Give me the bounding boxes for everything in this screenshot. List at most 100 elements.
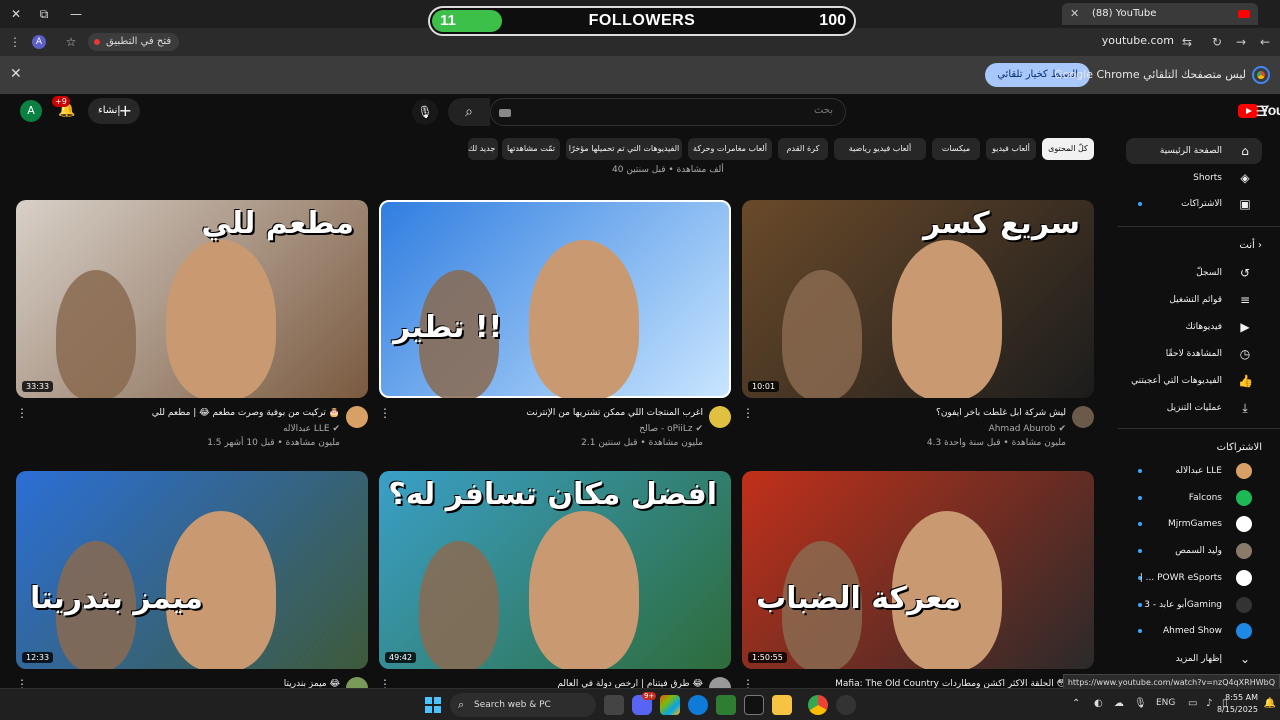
sidebar-item-label: الاشتراكات bbox=[1181, 199, 1222, 209]
forward-icon[interactable]: → bbox=[1232, 33, 1250, 51]
sidebar-item-playlists[interactable]: ≡ قوائم التشغيل bbox=[1126, 287, 1262, 313]
site-settings-icon[interactable]: ⇆ bbox=[1178, 33, 1196, 51]
clock-date: 8/15/2025 bbox=[1216, 705, 1258, 714]
sidebar-item-watch-later[interactable]: ◷ المشاهدة لاحقًا bbox=[1126, 341, 1262, 367]
sidebar-subscription[interactable]: | ... POWR eSports bbox=[1126, 565, 1262, 591]
video-more-icon[interactable]: ⋮ bbox=[16, 406, 28, 420]
video-thumbnail[interactable]: ميمز بندريتا 12:33 bbox=[16, 471, 368, 669]
search-input[interactable]: بحث bbox=[490, 98, 846, 126]
sidebar-item-your-videos[interactable]: ▶ فيديوهاتك bbox=[1126, 314, 1262, 340]
video-thumbnail[interactable]: معركة الضباب 1:50:55 bbox=[742, 471, 1094, 669]
notifications-icon[interactable]: 🔔 bbox=[1264, 698, 1276, 709]
guide-menu-icon[interactable]: ☰ bbox=[1255, 104, 1268, 120]
url-field[interactable]: youtube.com bbox=[1102, 34, 1174, 47]
mic-icon[interactable]: 🎙 bbox=[1134, 698, 1147, 709]
create-button[interactable]: إنشاء + bbox=[88, 98, 140, 124]
sidebar-subscription[interactable]: Falcons bbox=[1126, 485, 1262, 511]
video-title[interactable]: أغرب المنتجات اللي ممكن تشتريها من الإنت… bbox=[403, 408, 703, 418]
sidebar-item-history[interactable]: ↺ السجلّ bbox=[1126, 260, 1262, 286]
chip-mixes[interactable]: ميكسات bbox=[932, 138, 980, 160]
thumbnail-overlay-text: معركة الضباب bbox=[756, 581, 962, 616]
chip-sports-games[interactable]: ألعاب فيديو رياضية bbox=[834, 138, 926, 160]
sidebar-subscription[interactable]: Ahmed Show bbox=[1126, 618, 1262, 644]
sidebar-show-more[interactable]: ⌄ إظهار المزيد bbox=[1126, 646, 1262, 672]
minimize-window-button[interactable]: — bbox=[62, 4, 90, 24]
video-channel[interactable]: Ahmad Aburob ✔ bbox=[989, 424, 1066, 434]
sidebar-you-heading[interactable]: أنت › bbox=[1239, 240, 1262, 251]
bookmark-star-icon[interactable]: ☆ bbox=[62, 33, 80, 51]
video-channel[interactable]: صالح - oPiiLz ✔ bbox=[639, 424, 703, 434]
sidebar-item-home[interactable]: ⌂ الصفحة الرئيسية bbox=[1126, 138, 1262, 164]
video-more-icon[interactable]: ⋮ bbox=[379, 406, 391, 420]
sidebar-item-liked[interactable]: 👍 الفيديوهات التي أعجبتني bbox=[1126, 368, 1262, 394]
video-thumbnail[interactable]: تطير !! bbox=[379, 200, 731, 398]
keyboard-icon[interactable] bbox=[499, 109, 511, 117]
video-title[interactable]: تركيت من بوفية وصرت مطعم 😂 | مطعم للي 🎂 bbox=[40, 408, 340, 418]
chip-all[interactable]: كلّ المحتوى bbox=[1042, 138, 1094, 160]
edge-icon[interactable] bbox=[688, 695, 708, 715]
channel-avatar[interactable] bbox=[709, 406, 731, 428]
file-explorer-icon[interactable] bbox=[772, 695, 792, 715]
copilot-icon[interactable] bbox=[660, 695, 680, 715]
channel-avatar bbox=[1236, 463, 1252, 479]
youtube-avatar[interactable]: A bbox=[20, 100, 42, 122]
restore-window-button[interactable]: ⧉ bbox=[30, 4, 58, 24]
taskbar-clock[interactable]: 8:55 AM 8/15/2025 bbox=[1217, 692, 1258, 716]
reload-icon[interactable]: ↻ bbox=[1208, 33, 1226, 51]
language-indicator[interactable]: ENG bbox=[1156, 698, 1175, 708]
system-tray: ⌃ ◐ ☁ 🎙 ENG ▭ ♪ ▯ 8:55 AM 8/15/2025 🔔 bbox=[1070, 689, 1280, 720]
browser-tab-youtube[interactable]: ✕ (88) YouTube bbox=[1062, 3, 1258, 25]
onedrive-icon[interactable]: ☁ bbox=[1114, 698, 1124, 709]
video-title[interactable]: ليش شركة أبل غلطت بأخر ايفون؟ bbox=[766, 408, 1066, 418]
video-channel[interactable]: عبدالاله LLE ✔ bbox=[283, 424, 340, 434]
search-button[interactable]: ⌕ bbox=[448, 98, 490, 126]
infobar-close-icon[interactable]: ✕ bbox=[10, 66, 22, 82]
sidebar-subscription[interactable]: عبدالاله LLE bbox=[1126, 458, 1262, 484]
sidebar-subscription[interactable]: أبو عابد - 3Gaming bbox=[1126, 592, 1262, 618]
video-thumbnail[interactable]: سريع كسر 10:01 bbox=[742, 200, 1094, 398]
chip-adventure-games[interactable]: ألعاب مغامرات وحركة bbox=[688, 138, 772, 160]
task-view-icon[interactable] bbox=[604, 695, 624, 715]
tab-close-icon[interactable]: ✕ bbox=[1070, 3, 1079, 25]
chip-video-games[interactable]: ألعاب فيديو bbox=[986, 138, 1036, 160]
sidebar-subscription[interactable]: وليد السمص bbox=[1126, 538, 1262, 564]
tray-app-icon[interactable]: ◐ bbox=[1094, 698, 1103, 709]
obs-icon[interactable] bbox=[836, 695, 856, 715]
sidebar-subscription[interactable]: MjrmGames bbox=[1126, 511, 1262, 537]
chip-football[interactable]: كرة القدم bbox=[778, 138, 828, 160]
video-thumbnail[interactable]: مطعم للي 33:33 bbox=[16, 200, 368, 398]
open-in-app-button[interactable]: فتح في التطبيق bbox=[88, 33, 180, 51]
chip-recently-uploaded[interactable]: الفيديوهات التي تم تحميلها مؤخرًا bbox=[566, 138, 682, 160]
close-window-button[interactable]: ✕ bbox=[2, 4, 30, 24]
chip-watched[interactable]: تمّت مشاهدتها bbox=[502, 138, 560, 160]
back-icon[interactable]: ← bbox=[1256, 33, 1274, 51]
notifications-bell-icon[interactable]: 🔔 +9 bbox=[52, 96, 75, 118]
sidebar-item-label: المشاهدة لاحقًا bbox=[1165, 349, 1222, 359]
chip-new-to-you[interactable]: محتوى جديد لك bbox=[468, 138, 498, 160]
discord-badge: 9+ bbox=[642, 692, 657, 700]
video-thumbnail[interactable]: افضل مكان تسافر له؟ 49:42 bbox=[379, 471, 731, 669]
volume-icon[interactable]: ♪ bbox=[1206, 698, 1212, 709]
sidebar-item-subscriptions[interactable]: ▣ الاشتراكات bbox=[1126, 191, 1262, 217]
chrome-taskbar-icon[interactable] bbox=[808, 695, 828, 715]
menu-kebab-icon[interactable]: ⋮ bbox=[6, 33, 24, 51]
verified-icon: ✔ bbox=[332, 424, 340, 434]
channel-avatar[interactable] bbox=[346, 406, 368, 428]
voice-search-mic-icon[interactable]: 🎙 bbox=[412, 99, 438, 125]
epic-games-icon[interactable] bbox=[744, 695, 764, 715]
profile-avatar[interactable]: A bbox=[32, 35, 46, 49]
store-icon[interactable] bbox=[716, 695, 736, 715]
subscriptions-icon: ▣ bbox=[1239, 197, 1251, 211]
channel-avatar[interactable] bbox=[1072, 406, 1094, 428]
liked-icon: 👍 bbox=[1238, 374, 1253, 388]
sidebar-item-shorts[interactable]: ◈ Shorts bbox=[1126, 165, 1262, 191]
video-more-icon[interactable]: ⋮ bbox=[742, 406, 754, 420]
clock-time: 8:55 AM bbox=[1225, 693, 1258, 702]
thumbnail-person bbox=[419, 541, 499, 669]
network-icon[interactable]: ▭ bbox=[1188, 698, 1197, 709]
sidebar-item-download[interactable]: ⤓ عمليات التنزيل bbox=[1126, 395, 1262, 421]
taskbar-search-box[interactable]: ⌕ Search web & PC bbox=[450, 693, 596, 717]
tray-overflow-icon[interactable]: ⌃ bbox=[1072, 698, 1080, 709]
sidebar-item-label: | ... POWR eSports bbox=[1139, 572, 1222, 583]
start-button[interactable] bbox=[425, 697, 441, 713]
